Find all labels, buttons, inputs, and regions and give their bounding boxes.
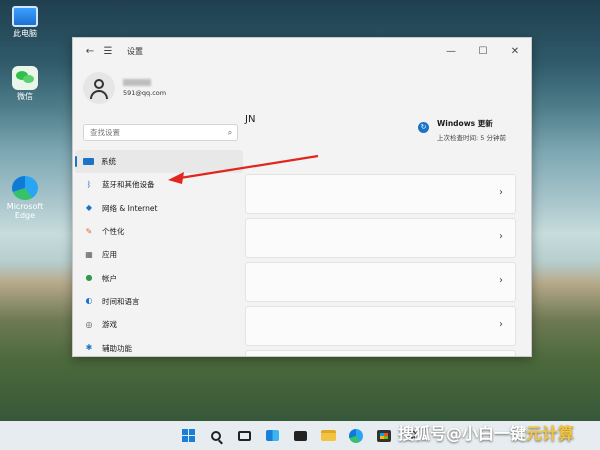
task-view-icon [237,430,251,441]
widgets-button[interactable] [260,424,284,448]
watermark-suffix: 元计算 [526,424,575,443]
start-button[interactable] [176,424,200,448]
start-icon [181,429,195,442]
chat-icon [293,430,307,441]
annotation-arrow [168,154,319,184]
edge-icon [349,428,363,443]
store-icon [377,429,391,442]
file-explorer-button[interactable] [316,424,340,448]
taskbar-search-button[interactable] [204,424,228,448]
task-view-button[interactable] [232,424,256,448]
watermark: 搜狐号@小白一键元计算 [398,420,574,444]
chat-button[interactable] [288,424,312,448]
file-explorer-icon [320,430,336,441]
widgets-icon [265,430,279,441]
watermark-prefix: 搜狐号@小白一键 [398,424,527,443]
edge-button[interactable] [344,424,368,448]
store-button[interactable] [372,424,396,448]
search-icon [211,430,221,441]
